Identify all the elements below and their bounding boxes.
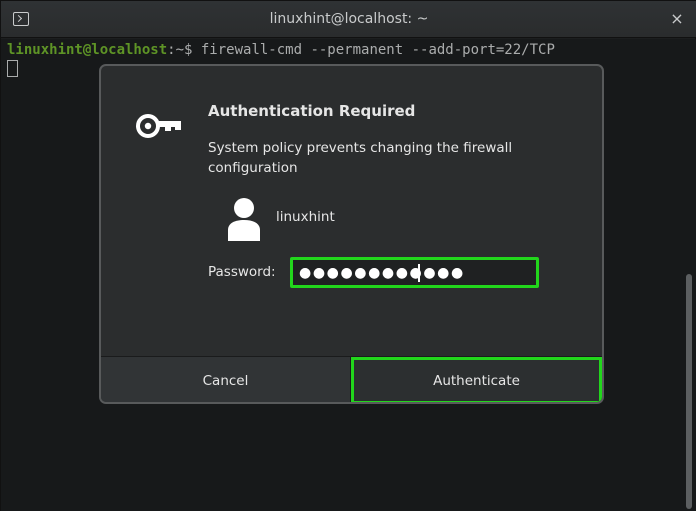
dialog-message: System policy prevents changing the fire… [208, 140, 513, 176]
password-masked-value: ●●●●●●●●●●●● [299, 265, 465, 281]
password-label: Password: [208, 264, 276, 280]
window-titlebar[interactable]: linuxhint@localhost: ~ × [1, 1, 696, 38]
close-icon[interactable]: × [667, 8, 687, 30]
window-title: linuxhint@localhost: ~ [269, 11, 429, 27]
password-input[interactable]: ●●●●●●●●●●●● [290, 257, 539, 288]
authenticate-button-label: Authenticate [433, 372, 520, 389]
cancel-button-label: Cancel [202, 373, 249, 389]
key-icon [136, 114, 181, 138]
authentication-dialog: Authentication Required System policy pr… [99, 64, 604, 404]
dialog-title: Authentication Required [208, 102, 416, 120]
terminal-window: linuxhint@localhost: ~ × linuxhint@local… [0, 0, 696, 511]
cancel-button[interactable]: Cancel [101, 357, 351, 402]
username-label: linuxhint [276, 209, 335, 225]
authenticate-button[interactable]: Authenticate [351, 357, 602, 402]
text-caret [418, 264, 420, 282]
dialog-button-row: Cancel Authenticate [101, 356, 602, 402]
user-avatar-icon [228, 198, 260, 241]
